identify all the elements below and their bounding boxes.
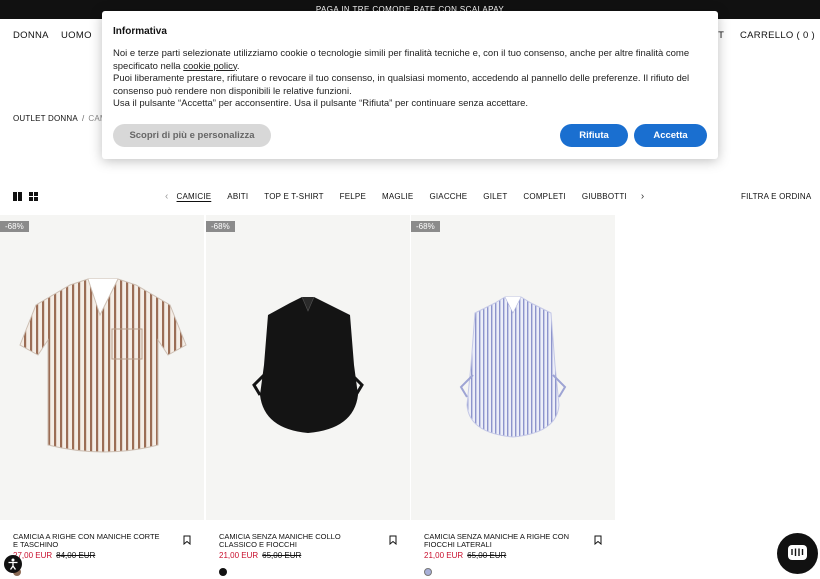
category-completi[interactable]: COMPLETI (523, 192, 566, 201)
product-image[interactable] (206, 215, 410, 520)
category-gilet[interactable]: GILET (483, 192, 507, 201)
reject-button[interactable]: Rifiuta (560, 124, 628, 147)
product-price: 21,00 EUR 65,00 EUR (424, 551, 506, 560)
bookmark-icon[interactable] (183, 535, 191, 545)
product-card[interactable]: -68% CAMICIA SENZA MANICHE COLLO CLASSIC… (206, 215, 410, 577)
cookie-policy-link[interactable]: cookie policy (183, 61, 237, 72)
nav-donna[interactable]: DONNA (13, 30, 49, 41)
original-price: 84,00 EUR (56, 551, 96, 560)
product-title[interactable]: CAMICIA SENZA MANICHE COLLO CLASSICO E F… (219, 533, 369, 548)
product-image[interactable] (0, 215, 204, 520)
product-title[interactable]: CAMICIA SENZA MANICHE A RIGHE CON FIOCCH… (424, 533, 574, 548)
sale-price: 21,00 EUR (424, 551, 464, 560)
nav-uomo[interactable]: UOMO (61, 30, 92, 41)
grid-2-view-icon[interactable] (13, 192, 23, 201)
breadcrumb-separator: / (81, 114, 85, 123)
discount-badge: -68% (206, 221, 235, 232)
accept-button[interactable]: Accetta (634, 124, 707, 147)
cookie-body: Noi e terze parti selezionate utilizziam… (113, 48, 713, 111)
cookie-paragraph-1: Noi e terze parti selezionate utilizziam… (113, 48, 713, 73)
cart-link[interactable]: CARRELLO ( 0 ) (740, 30, 815, 41)
category-abiti[interactable]: ABITI (227, 192, 248, 201)
category-giubbotti[interactable]: GIUBBOTTI (582, 192, 627, 201)
original-price: 65,00 EUR (467, 551, 507, 560)
category-maglie[interactable]: MAGLIE (382, 192, 413, 201)
chevron-right-icon[interactable]: › (641, 191, 645, 202)
grid-4-view-icon[interactable] (29, 192, 39, 201)
product-card[interactable]: -68% CAMICIA SENZA MANICHE A RIGHE CON F… (411, 215, 615, 577)
discount-badge: -68% (0, 221, 29, 232)
product-image[interactable] (411, 215, 615, 520)
product-title[interactable]: CAMICIA A RIGHE CON MANICHE CORTE E TASC… (13, 533, 163, 548)
product-price: 27,00 EUR 84,00 EUR (13, 551, 95, 560)
cookie-paragraph-2: Puoi liberamente prestare, rifiutare o r… (113, 73, 690, 97)
breadcrumb-parent[interactable]: OUTLET DONNA (13, 114, 78, 123)
discount-badge: -68% (411, 221, 440, 232)
bookmark-icon[interactable] (389, 535, 397, 545)
category-giacche[interactable]: GIACCHE (429, 192, 467, 201)
breadcrumb: OUTLET DONNA / CAM (13, 114, 107, 123)
product-price: 21,00 EUR 65,00 EUR (219, 551, 301, 560)
chat-icon[interactable] (777, 533, 818, 574)
cookie-text: . (236, 60, 240, 72)
cookie-title: Informativa (113, 26, 167, 37)
cookie-consent-dialog: Informativa Noi e terze parti selezionat… (102, 11, 718, 159)
color-swatch[interactable] (424, 568, 432, 576)
filter-sort-button[interactable]: FILTRA E ORDINA (741, 192, 811, 201)
category-top-tshirt[interactable]: TOP E T-SHIRT (264, 192, 323, 201)
original-price: 65,00 EUR (262, 551, 302, 560)
customize-button[interactable]: Scopri di più e personalizza (113, 124, 271, 147)
accessibility-icon[interactable] (4, 555, 22, 573)
category-bar: ‹ CAMICIE ABITI TOP E T-SHIRT FELPE MAGL… (165, 191, 644, 202)
category-felpe[interactable]: FELPE (340, 192, 366, 201)
bookmark-icon[interactable] (594, 535, 602, 545)
sale-price: 21,00 EUR (219, 551, 259, 560)
cookie-paragraph-3: Usa il pulsante “Accetta” per acconsenti… (113, 98, 529, 109)
category-camicie[interactable]: CAMICIE (177, 192, 212, 201)
product-card[interactable]: -68% CAMICIA A RIGHE CON MANICHE CORTE E… (0, 215, 204, 577)
chevron-left-icon[interactable]: ‹ (165, 191, 169, 202)
color-swatch[interactable] (219, 568, 227, 576)
